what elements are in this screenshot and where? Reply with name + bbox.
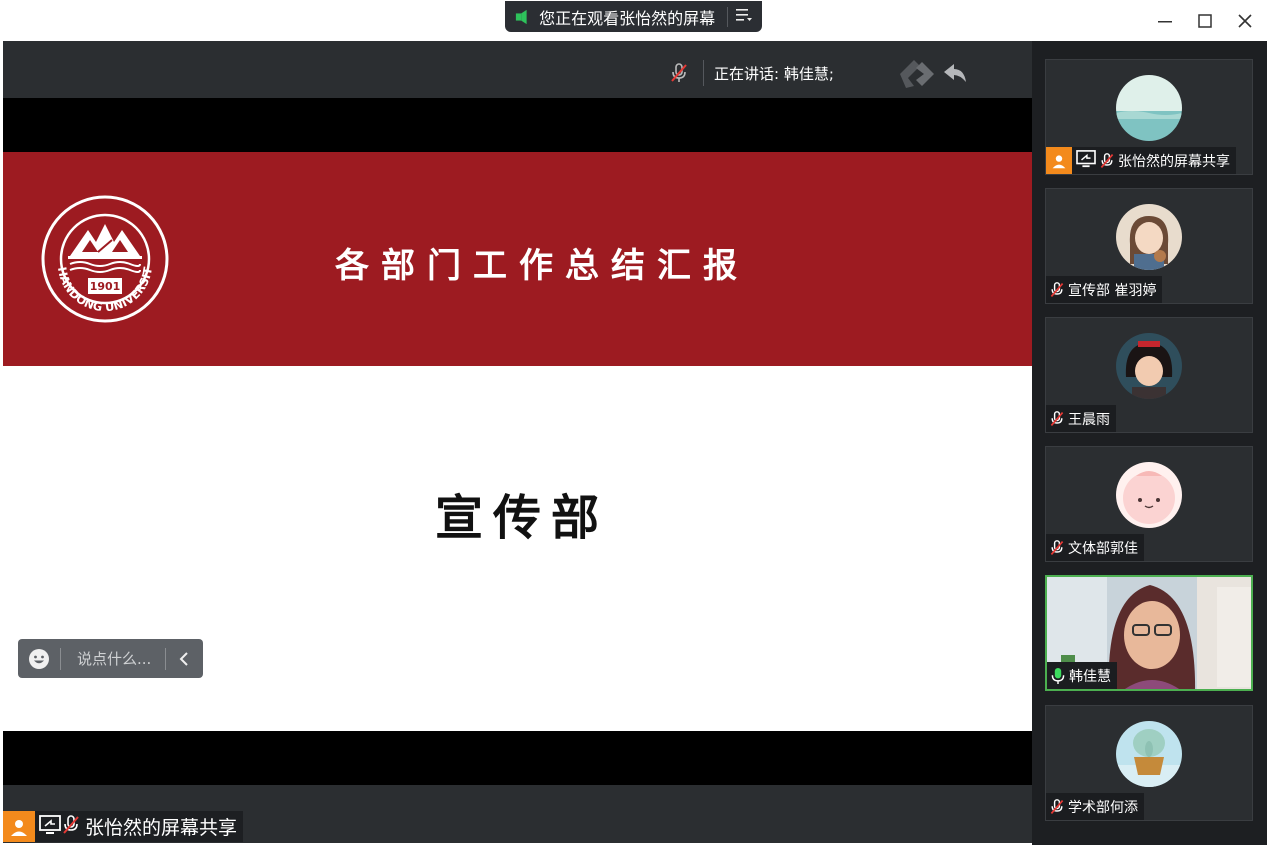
participant-tile[interactable]: 张怡然的屏幕共享 bbox=[1045, 59, 1253, 175]
presenter-name: 张怡然的屏幕共享 bbox=[85, 817, 238, 839]
speaking-bar bbox=[3, 41, 1032, 98]
department-title: 宣传部 bbox=[435, 490, 610, 546]
mic-muted-icon bbox=[1046, 793, 1068, 820]
participant-name: 宣传部 崔羽婷 bbox=[1068, 282, 1157, 299]
speaking-divider bbox=[703, 60, 704, 86]
mic-muted-icon bbox=[1046, 534, 1068, 561]
emoji-icon[interactable] bbox=[18, 648, 60, 670]
participant-label: 王晨雨 bbox=[1046, 405, 1116, 432]
mic-muted-icon bbox=[1046, 405, 1068, 432]
chat-divider-left bbox=[60, 647, 61, 670]
letterbox-top bbox=[3, 98, 1032, 152]
mic-muted-icon bbox=[1096, 147, 1118, 174]
screen-share-icon bbox=[1076, 149, 1096, 172]
close-button[interactable] bbox=[1230, 8, 1260, 34]
screen-share-banner[interactable]: 您正在观看张怡然的屏幕 bbox=[505, 1, 762, 32]
participant-label: 韩佳慧 bbox=[1047, 662, 1117, 689]
participant-name: 王晨雨 bbox=[1068, 411, 1110, 428]
mic-active-icon bbox=[1047, 662, 1069, 689]
chat-input-box[interactable]: 说点什么... bbox=[18, 639, 203, 678]
participant-name: 张怡然的屏幕共享 bbox=[1118, 153, 1230, 170]
avatar bbox=[1116, 204, 1182, 270]
screen-share-icon bbox=[39, 814, 61, 839]
participant-label: 学术部何添 bbox=[1046, 793, 1144, 820]
logo-year: 1901 bbox=[90, 280, 121, 293]
speaker-icon bbox=[515, 9, 527, 24]
participant-label: 宣传部 崔羽婷 bbox=[1046, 276, 1163, 303]
share-banner-text: 您正在观看张怡然的屏幕 bbox=[539, 8, 716, 28]
user-icon bbox=[1046, 147, 1072, 174]
participant-name: 学术部何添 bbox=[1068, 799, 1138, 816]
mic-muted-icon bbox=[1046, 276, 1068, 303]
participant-tile-active[interactable]: 韩佳慧 bbox=[1045, 575, 1253, 691]
minimize-button[interactable] bbox=[1150, 8, 1180, 34]
mic-muted-icon[interactable] bbox=[669, 62, 689, 88]
collapse-chevron-icon[interactable] bbox=[166, 651, 202, 666]
chat-placeholder[interactable]: 说点什么... bbox=[77, 648, 165, 669]
participant-tile[interactable]: 文体部郭佳 bbox=[1045, 446, 1253, 562]
presenter-tag: 张怡然的屏幕共享 bbox=[3, 811, 244, 842]
participant-label: 张怡然的屏幕共享 bbox=[1046, 147, 1236, 174]
avatar bbox=[1116, 462, 1182, 528]
banner-menu-icon[interactable] bbox=[736, 7, 752, 26]
speaking-label: 正在讲话: 韩佳慧; bbox=[714, 65, 834, 83]
mic-muted-icon bbox=[61, 814, 81, 840]
university-logo: SHANDONG UNIVERSITY 1901 bbox=[35, 183, 170, 328]
participant-tile[interactable]: 宣传部 崔羽婷 bbox=[1045, 188, 1253, 304]
avatar bbox=[1116, 721, 1182, 787]
avatar bbox=[1116, 333, 1182, 399]
participant-name: 文体部郭佳 bbox=[1068, 540, 1138, 557]
slide-title: 各部门工作总结汇报 bbox=[335, 246, 749, 286]
letterbox-bottom bbox=[3, 731, 1032, 785]
participant-name: 韩佳慧 bbox=[1069, 668, 1111, 685]
avatar bbox=[1116, 75, 1182, 141]
banner-divider bbox=[727, 6, 728, 27]
user-icon bbox=[3, 811, 35, 842]
participant-tile[interactable]: 学术部何添 bbox=[1045, 705, 1253, 821]
participant-label: 文体部郭佳 bbox=[1046, 534, 1144, 561]
maximize-button[interactable] bbox=[1190, 8, 1220, 34]
rotate-view-icon[interactable] bbox=[898, 58, 970, 94]
participant-tile[interactable]: 王晨雨 bbox=[1045, 317, 1253, 433]
